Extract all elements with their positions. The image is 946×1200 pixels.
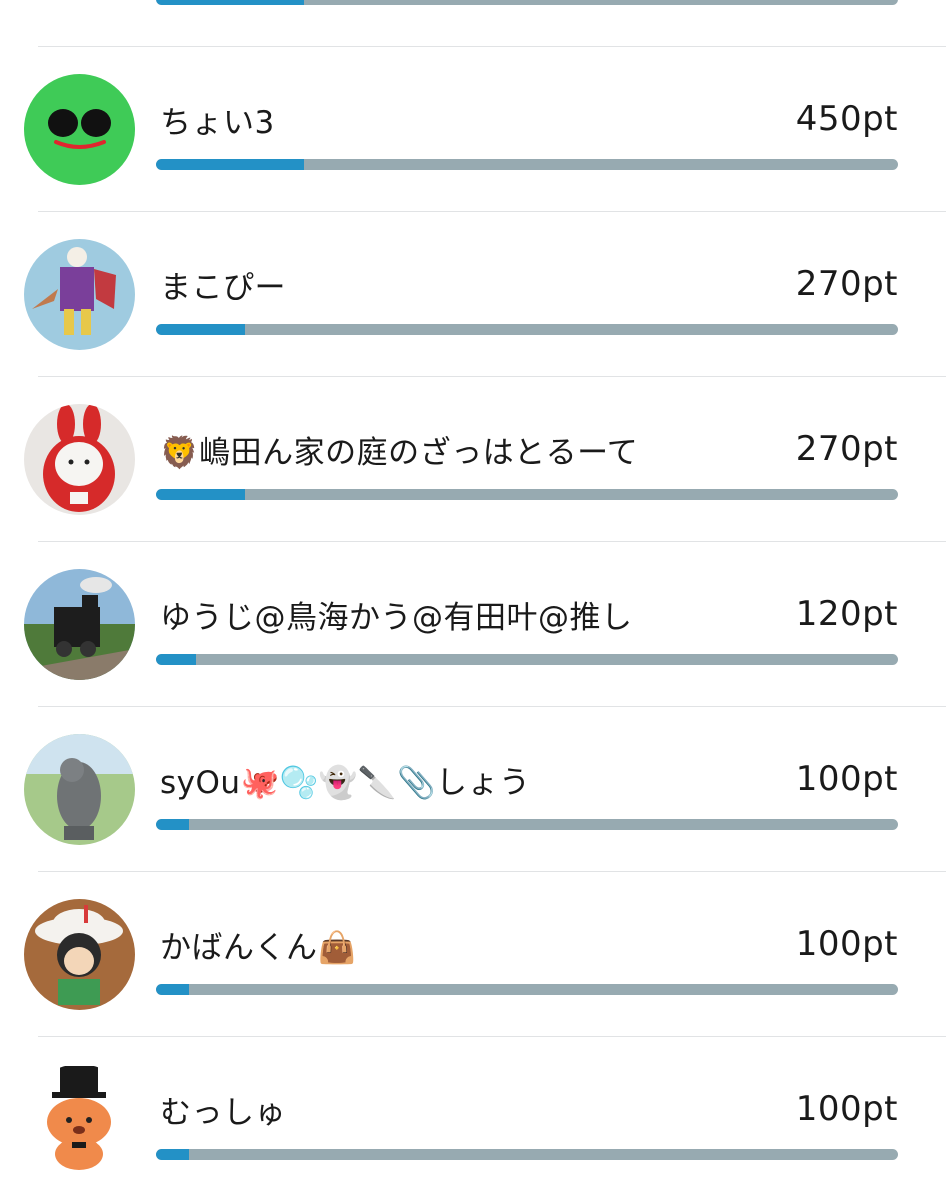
progress-fill — [156, 819, 189, 830]
stone-statue-avatar-icon — [24, 734, 135, 845]
progress-track — [156, 489, 898, 500]
progress-fill — [156, 0, 305, 5]
ranking-row[interactable]: ちょい3 450pt — [0, 47, 946, 212]
progress-fill — [156, 654, 196, 665]
anime-figure-avatar-icon — [24, 899, 135, 1010]
user-name: まこぴー — [160, 270, 286, 306]
user-name: むっしゅ — [160, 1095, 286, 1131]
user-points: 100pt — [795, 759, 898, 799]
green-face-avatar-icon — [24, 74, 135, 185]
progress-fill — [156, 489, 246, 500]
user-points: 100pt — [795, 1089, 898, 1129]
progress-track — [156, 819, 898, 830]
progress-track — [156, 654, 898, 665]
progress-fill — [156, 159, 305, 170]
ranking-list: ちょい3 450pt まこぴー 270pt 🦁嶋田ん家の庭のざっはとるーて 27… — [0, 0, 946, 1200]
user-name: かばんくん👜 — [160, 930, 357, 966]
user-name: ゆうじ@鳥海かう@有田叶@推し — [160, 600, 633, 636]
progress-track — [156, 1149, 898, 1160]
progress-fill — [156, 984, 189, 995]
ranking-row-partial[interactable] — [0, 0, 946, 47]
ranking-row[interactable]: ゆうじ@鳥海かう@有田叶@推し 120pt — [0, 542, 946, 707]
red-rabbit-daruma-avatar-icon — [24, 404, 135, 515]
progress-fill — [156, 1149, 189, 1160]
user-points: 120pt — [795, 594, 898, 634]
user-name: syOu🐙🫧👻🔪📎しょう — [160, 765, 531, 801]
top-hat-dog-avatar-icon — [24, 1064, 135, 1175]
user-name: ちょい3 — [160, 105, 275, 141]
progress-track — [156, 159, 898, 170]
user-points: 100pt — [795, 924, 898, 964]
user-points: 270pt — [795, 264, 898, 304]
ranking-row[interactable]: 🦁嶋田ん家の庭のざっはとるーて 270pt — [0, 377, 946, 542]
ranking-row[interactable]: かばんくん👜 100pt — [0, 872, 946, 1037]
user-points: 450pt — [795, 99, 898, 139]
progress-fill — [156, 324, 246, 335]
progress-track — [156, 0, 898, 5]
user-name: 🦁嶋田ん家の庭のざっはとるーて — [160, 435, 639, 471]
progress-track — [156, 984, 898, 995]
ranking-row[interactable]: まこぴー 270pt — [0, 212, 946, 377]
ranking-row[interactable]: syOu🐙🫧👻🔪📎しょう 100pt — [0, 707, 946, 872]
steam-train-avatar-icon — [24, 569, 135, 680]
progress-track — [156, 324, 898, 335]
user-points: 270pt — [795, 429, 898, 469]
ranking-row[interactable]: むっしゅ 100pt — [0, 1037, 946, 1200]
illustrated-character-avatar-icon — [24, 239, 135, 350]
